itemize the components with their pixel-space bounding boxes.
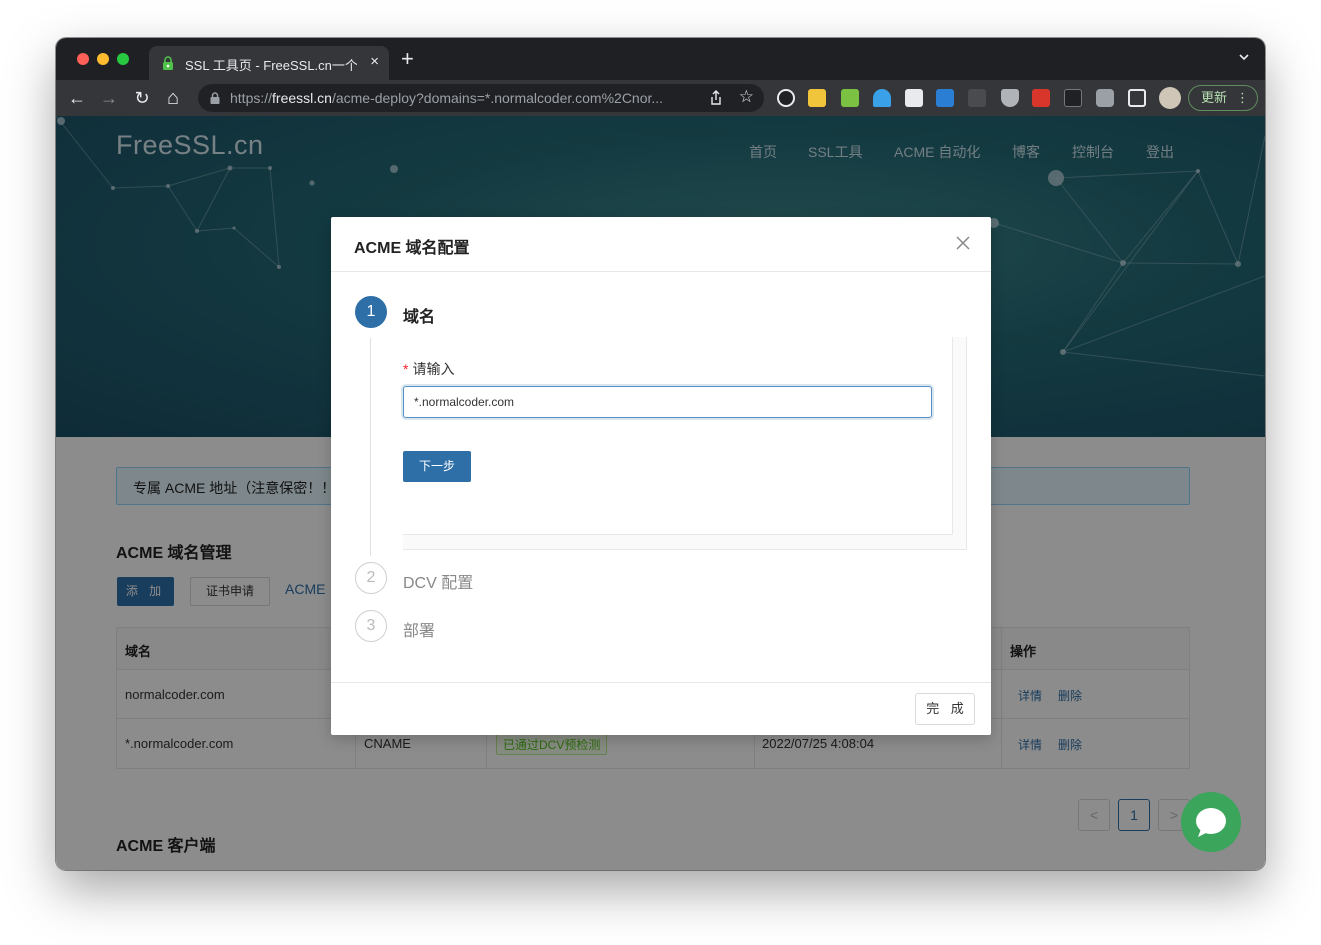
maximize-window-button[interactable] [117,53,129,65]
step-2-label: DCV 配置 [403,575,474,592]
close-icon[interactable] [955,235,971,251]
menu-dots-icon[interactable]: ⋮ [1236,86,1249,110]
qr-extension-icon[interactable] [841,89,859,107]
update-button[interactable]: 更新 ⋮ [1188,85,1258,111]
step-3-label: 部署 [403,623,436,640]
modal-footer: 完 成 [331,682,991,735]
modal-header: ACME 域名配置 [331,217,991,272]
lock-icon[interactable] [210,92,220,104]
chat-icon [1196,808,1226,837]
step-connector [370,338,371,556]
acme-domain-config-dialog: ACME 域名配置 1 域名 *请输入 下一步 2 DCV 配置 3 部署 [331,217,991,735]
step-1-panel: *请输入 下一步 [403,337,967,550]
update-label: 更新 [1201,90,1228,105]
s-extension-icon[interactable] [936,89,954,107]
home-icon[interactable]: ⌂ [163,88,183,108]
done-button[interactable]: 完 成 [915,693,975,725]
browser-window: SSL 工具页 - FreeSSL.cn一个提 × + ← → ↻ ⌂ http… [56,38,1265,870]
minimize-window-button[interactable] [97,53,109,65]
reload-icon[interactable]: ↻ [132,88,152,108]
close-window-button[interactable] [77,53,89,65]
github-extension-icon[interactable] [777,89,795,107]
browser-toolbar: ← → ↻ ⌂ https://freessl.cn/acme-deploy?d… [56,80,1265,116]
gem-extension-icon[interactable] [873,89,891,107]
chevron-down-icon[interactable] [1239,52,1249,62]
terminal-extension-icon[interactable] [1064,89,1082,107]
avatar[interactable] [1159,87,1181,109]
tab-title: SSL 工具页 - FreeSSL.cn一个提 [185,58,357,73]
address-bar[interactable]: https://freessl.cn/acme-deploy?domains=*… [198,84,764,112]
chat-widget-button[interactable] [1181,792,1241,852]
download-extension-icon[interactable] [808,89,826,107]
domain-input[interactable] [403,386,932,418]
tab-strip: SSL 工具页 - FreeSSL.cn一个提 × + [56,38,1265,80]
tab-close-icon[interactable]: × [370,53,379,70]
forward-arrow-icon[interactable]: → [99,88,119,108]
modal-title: ACME 域名配置 [354,240,470,257]
puzzle-extensions-icon[interactable] [1096,89,1114,107]
bookmark-star-icon[interactable]: ☆ [739,87,754,107]
step-1-indicator: 1 [355,296,387,328]
b-extension-icon[interactable] [905,89,923,107]
url-text[interactable]: https://freessl.cn/acme-deploy?domains=*… [230,90,700,106]
step-1-label: 域名 [403,309,436,326]
back-arrow-icon[interactable]: ← [67,88,87,108]
share-icon[interactable] [708,90,724,106]
sidebar-icon[interactable] [1128,89,1146,107]
browser-tab[interactable]: SSL 工具页 - FreeSSL.cn一个提 × [149,46,389,80]
json-extension-icon[interactable] [968,89,986,107]
domain-field-label: * 请输入 [403,361,455,377]
domain-form: *请输入 下一步 [403,337,953,535]
new-tab-button[interactable]: + [401,48,414,70]
shield-extension-icon[interactable] [1001,89,1019,107]
web-page: FreeSSL.cn 首页 SSL工具 ACME 自动化 博客 控制台 登出 专… [56,116,1265,870]
fe-extension-icon[interactable] [1032,89,1050,107]
next-step-button[interactable]: 下一步 [403,451,471,482]
lock-favicon-icon [163,56,173,70]
step-2-indicator: 2 [355,562,387,594]
step-3-indicator: 3 [355,610,387,642]
